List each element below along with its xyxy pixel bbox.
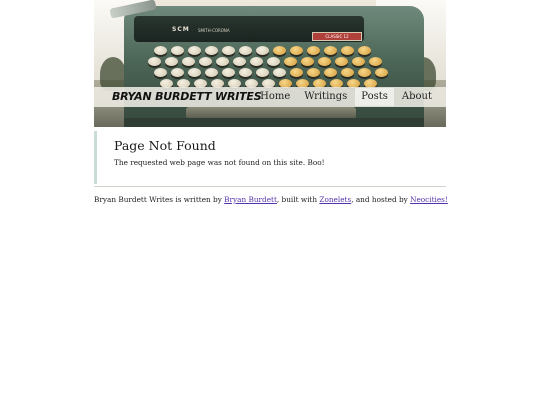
main-content: Page Not Found The requested web page wa… xyxy=(94,131,446,184)
typewriter-key xyxy=(273,46,286,55)
page: SCM SMITH-CORONA CLASSIC 12 Bryan Burdet… xyxy=(94,0,448,204)
typewriter-key xyxy=(341,46,354,55)
typewriter-key xyxy=(307,46,320,55)
typewriter-key xyxy=(318,57,331,66)
nav-writings[interactable]: Writings xyxy=(298,88,353,106)
typewriter-key xyxy=(148,57,161,66)
typewriter-key xyxy=(188,46,201,55)
typewriter-key xyxy=(358,68,371,77)
typewriter-key xyxy=(375,68,388,77)
typewriter-key xyxy=(256,46,269,55)
typewriter-key xyxy=(290,68,303,77)
typewriter-key xyxy=(256,68,269,77)
typewriter-key xyxy=(216,57,229,66)
site-title[interactable]: Bryan Burdett Writes xyxy=(112,90,262,103)
footer-text: , and hosted by xyxy=(351,195,411,204)
typewriter-key xyxy=(352,57,365,66)
typewriter-key xyxy=(199,57,212,66)
typewriter-key xyxy=(154,68,167,77)
typewriter-model: SMITH-CORONA xyxy=(198,28,230,33)
tree-image xyxy=(100,57,126,91)
typewriter-key xyxy=(369,57,382,66)
typewriter-key xyxy=(324,68,337,77)
typewriter-key xyxy=(233,57,246,66)
main-nav: Home Writings Posts About xyxy=(252,88,438,106)
typewriter-key xyxy=(301,57,314,66)
typewriter-key xyxy=(324,46,337,55)
nav-home[interactable]: Home xyxy=(254,88,296,106)
typewriter-base xyxy=(124,118,424,127)
page-title: Page Not Found xyxy=(114,138,216,153)
typewriter-key xyxy=(239,68,252,77)
nav-posts[interactable]: Posts xyxy=(355,88,394,106)
typewriter-key xyxy=(250,57,263,66)
typewriter-brand: SCM xyxy=(172,26,190,33)
typewriter-key xyxy=(171,46,184,55)
error-message: The requested web page was not found on … xyxy=(114,158,325,167)
typewriter-key xyxy=(273,68,286,77)
footer-text: Bryan Burdett Writes is written by xyxy=(94,195,225,204)
typewriter-key xyxy=(284,57,297,66)
zonelets-link[interactable]: Zonelets xyxy=(319,195,351,204)
typewriter-key xyxy=(267,57,280,66)
typewriter-key xyxy=(358,46,371,55)
typewriter-key xyxy=(341,68,354,77)
footer: Bryan Burdett Writes is written by Bryan… xyxy=(94,195,448,204)
typewriter-key xyxy=(239,46,252,55)
typewriter-key xyxy=(154,46,167,55)
header-banner: SCM SMITH-CORONA CLASSIC 12 Bryan Burdet… xyxy=(94,0,446,127)
typewriter-key xyxy=(307,68,320,77)
typewriter-key xyxy=(205,68,218,77)
typewriter-key xyxy=(335,57,348,66)
typewriter-key xyxy=(290,46,303,55)
typewriter-key xyxy=(188,68,201,77)
typewriter-key xyxy=(171,68,184,77)
nav-about[interactable]: About xyxy=(396,88,438,106)
typewriter-key xyxy=(182,57,195,66)
footer-text: , built with xyxy=(276,195,320,204)
typewriter-key xyxy=(222,68,235,77)
typewriter-badge: CLASSIC 12 xyxy=(312,32,362,41)
divider xyxy=(94,186,446,187)
author-link[interactable]: Bryan Burdett xyxy=(224,195,277,204)
typewriter-key xyxy=(222,46,235,55)
typewriter-key xyxy=(205,46,218,55)
typewriter-key xyxy=(165,57,178,66)
neocities-link[interactable]: Neocities! xyxy=(410,195,448,204)
